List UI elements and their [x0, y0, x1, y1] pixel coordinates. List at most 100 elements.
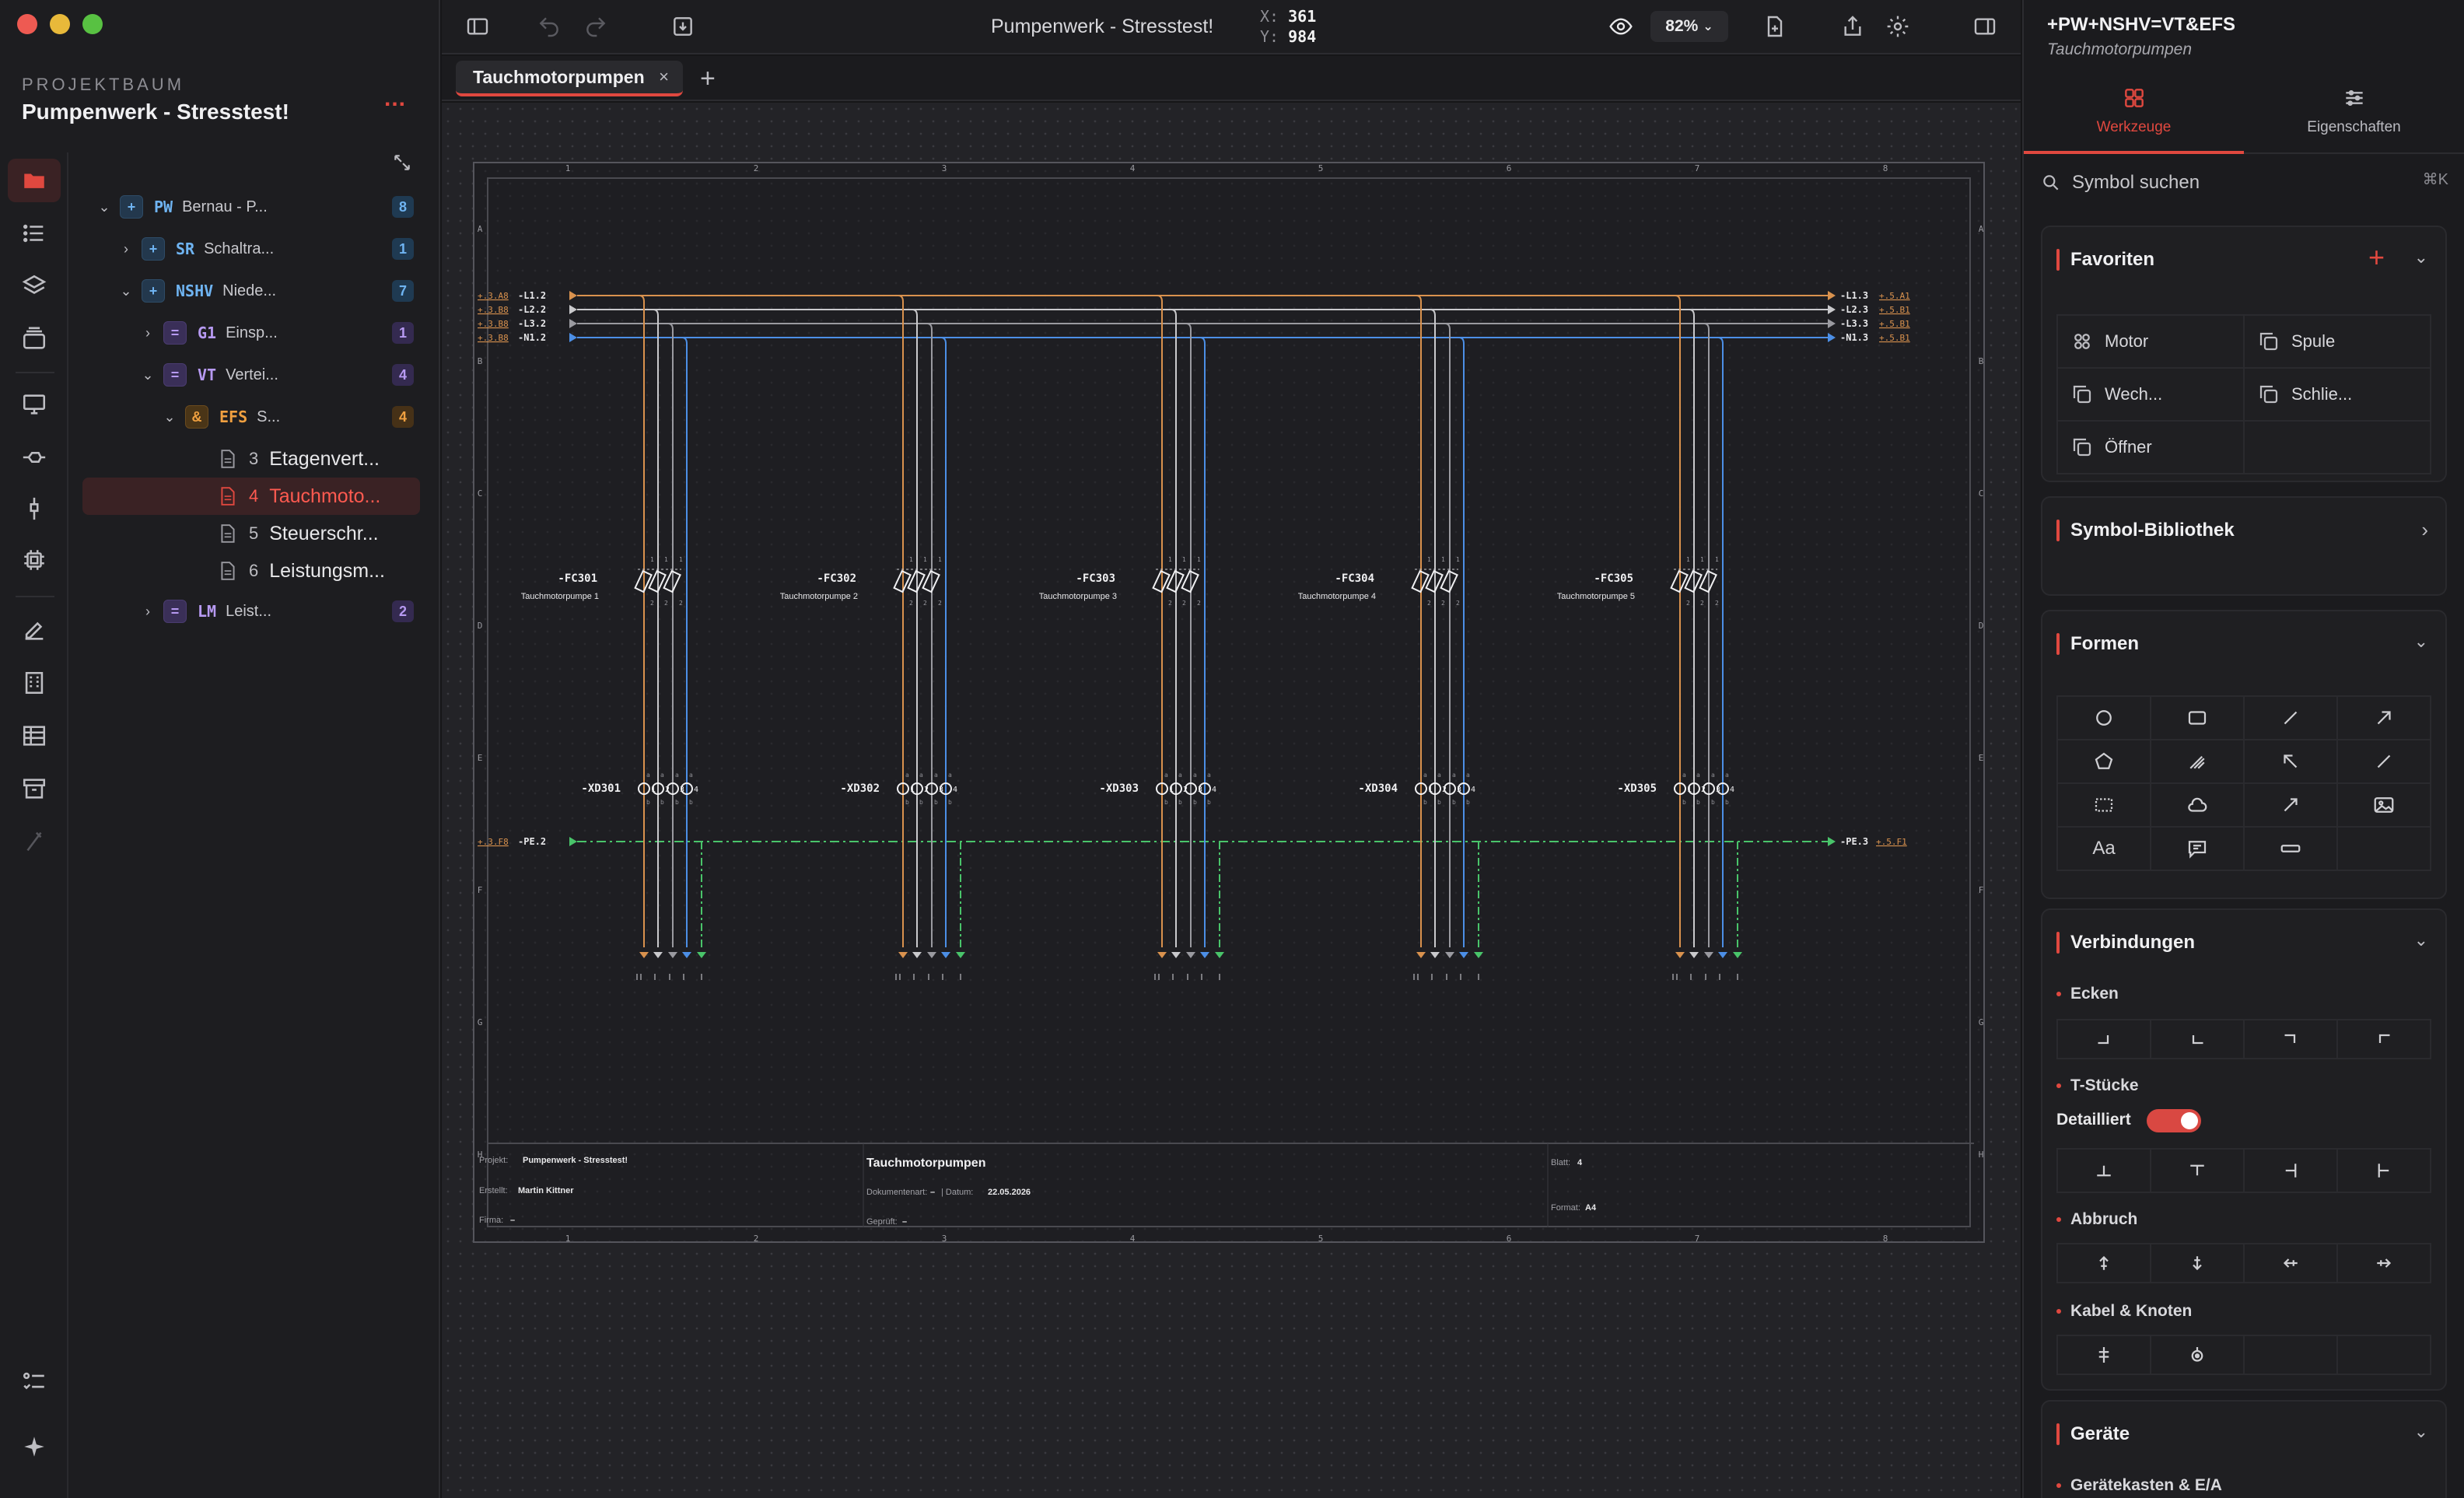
chevron-down-icon[interactable]: ⌄ — [140, 367, 156, 383]
circle-tool[interactable] — [2057, 696, 2151, 740]
redo-icon[interactable] — [580, 11, 611, 42]
favorite-schliesser[interactable]: Schlie... — [2244, 368, 2431, 421]
card-header[interactable]: Geräte — [2056, 1423, 2130, 1445]
tab-tauchmotorpumpen[interactable]: Tauchmotorpumpen × — [456, 61, 683, 96]
minimize-window-button[interactable] — [50, 14, 70, 34]
polygon-tool[interactable] — [2057, 740, 2151, 783]
layers-icon[interactable] — [17, 269, 51, 303]
plug-icon[interactable] — [17, 440, 51, 474]
rectangle-tool[interactable] — [2151, 696, 2244, 740]
magic-icon[interactable] — [17, 824, 51, 859]
tee-right-tool[interactable] — [2337, 1149, 2431, 1192]
chip-icon[interactable] — [17, 543, 51, 577]
folder-icon[interactable] — [17, 163, 51, 198]
arrow-tool[interactable] — [2337, 696, 2431, 740]
tee-up-tool[interactable] — [2057, 1149, 2151, 1192]
table-icon[interactable] — [17, 719, 51, 753]
eye-icon[interactable] — [1605, 11, 1636, 42]
chevron-right-icon[interactable]: › — [140, 604, 156, 620]
share-icon[interactable] — [1837, 11, 1868, 42]
tree-node-nshv[interactable]: ⌄ + NSHV Niede... 7 — [75, 272, 420, 310]
break-up-tool[interactable] — [2057, 1244, 2151, 1283]
corner-bottom-right-tool[interactable] — [2057, 1020, 2151, 1059]
chevron-right-icon[interactable]: › — [118, 241, 134, 257]
stack-icon[interactable] — [17, 322, 51, 356]
favorite-oeffner[interactable]: Öffner — [2057, 421, 2244, 474]
edit-icon[interactable] — [17, 613, 51, 647]
card-header[interactable]: Formen — [2056, 633, 2139, 655]
checklist-icon[interactable] — [17, 1364, 51, 1398]
favorite-motor[interactable]: Motor — [2057, 315, 2244, 368]
corner-bottom-left-tool[interactable] — [2151, 1020, 2244, 1059]
chevron-down-icon[interactable]: ⌄ — [118, 283, 134, 299]
tee-down-tool[interactable] — [2151, 1149, 2244, 1192]
favorite-wechsler[interactable]: Wech... — [2057, 368, 2244, 421]
tree-page-5[interactable]: 5 Steuerschr... — [75, 515, 420, 552]
tree-page-3[interactable]: 3 Etagenvert... — [75, 440, 420, 478]
export-file-icon[interactable] — [1759, 11, 1790, 42]
tree-node-efs[interactable]: ⌄ & EFS S... 4 — [75, 398, 420, 436]
tab-werkzeuge[interactable]: Werkzeuge — [2024, 79, 2244, 154]
add-favorite-button[interactable]: + — [2368, 241, 2385, 274]
tree-node-sr[interactable]: › + SR Schaltra... 1 — [75, 230, 420, 268]
card-header[interactable]: Symbol-Bibliothek — [2056, 520, 2235, 541]
corner-top-left-tool[interactable] — [2337, 1020, 2431, 1059]
zoom-select[interactable]: 82% ⌄ — [1650, 11, 1728, 42]
tree-node-g1[interactable]: › = G1 Einsp... 1 — [75, 314, 420, 352]
break-down-tool[interactable] — [2151, 1244, 2244, 1283]
detailed-toggle[interactable] — [2147, 1109, 2201, 1132]
chevron-down-icon[interactable]: ⌄ — [2414, 632, 2428, 652]
tree-node-vt[interactable]: ⌄ = VT Vertei... 4 — [75, 356, 420, 394]
more-options-button[interactable]: ... — [384, 86, 406, 112]
chevron-down-icon[interactable]: ⌄ — [96, 199, 112, 215]
undo-icon[interactable] — [534, 11, 565, 42]
symbol-library-card[interactable]: Symbol-Bibliothek › — [2041, 496, 2447, 596]
close-window-button[interactable] — [17, 14, 37, 34]
diagonal-tool[interactable] — [2337, 740, 2431, 783]
archive-icon[interactable] — [17, 772, 51, 806]
chevron-down-icon[interactable]: ⌄ — [162, 409, 177, 425]
symbol-search-input[interactable] — [2072, 172, 2368, 194]
chevron-down-icon[interactable]: ⌄ — [2414, 247, 2428, 268]
favorite-spule[interactable]: Spule — [2244, 315, 2431, 368]
tree-node-lm[interactable]: › = LM Leist... 2 — [75, 593, 420, 630]
line-tool[interactable] — [2244, 696, 2337, 740]
expand-icon[interactable] — [392, 152, 412, 177]
cable-tool[interactable] — [2057, 1335, 2151, 1374]
break-right-tool[interactable] — [2337, 1244, 2431, 1283]
selection-tool[interactable] — [2057, 783, 2151, 827]
card-header[interactable]: Verbindungen — [2056, 932, 2195, 954]
chevron-right-icon[interactable]: › — [140, 325, 156, 341]
monitor-icon[interactable] — [17, 387, 51, 422]
add-tab-button[interactable]: + — [700, 64, 716, 94]
list-icon[interactable] — [17, 216, 51, 250]
panel-toggle-icon[interactable] — [1969, 11, 2000, 42]
chevron-down-icon[interactable]: ⌄ — [2414, 1422, 2428, 1442]
comment-tool[interactable] — [2151, 827, 2244, 870]
dimension-tool[interactable] — [2244, 827, 2337, 870]
image-tool[interactable] — [2337, 783, 2431, 827]
building-icon[interactable] — [17, 666, 51, 700]
sidebar-toggle-icon[interactable] — [462, 11, 493, 42]
break-left-tool[interactable] — [2244, 1244, 2337, 1283]
freehand-tool[interactable] — [2151, 740, 2244, 783]
pointer-arrow-tool[interactable] — [2244, 783, 2337, 827]
chevron-down-icon[interactable]: ⌄ — [2414, 930, 2428, 950]
download-icon[interactable] — [667, 11, 698, 42]
project-title[interactable]: Pumpenwerk - Stresstest! — [22, 100, 289, 124]
corner-top-right-tool[interactable] — [2244, 1020, 2337, 1059]
tree-node-pw[interactable]: ⌄ + PW Bernau - P... 8 — [75, 188, 420, 226]
tee-left-tool[interactable] — [2244, 1149, 2337, 1192]
schematic-drawing[interactable]: 1122334455667788A AB BC CD DE EF FG GH H+.3.A8 -L… — [474, 163, 1986, 1244]
probe-icon[interactable] — [17, 492, 51, 526]
arrow-back-tool[interactable] — [2244, 740, 2337, 783]
close-tab-icon[interactable]: × — [659, 67, 669, 87]
chevron-right-icon[interactable]: › — [2421, 518, 2428, 542]
zoom-window-button[interactable] — [82, 14, 103, 34]
tab-eigenschaften[interactable]: Eigenschaften — [2244, 79, 2464, 154]
node-tool[interactable] — [2151, 1335, 2244, 1374]
schematic-canvas[interactable]: 1 1 2 2 3 3 4 4 5 5 6 6 7 7 8 8 A A B B C C D D E E F F G G H H +.3.A8 -L… — [442, 103, 2021, 1498]
text-tool[interactable]: Aa — [2057, 827, 2151, 870]
tree-page-4[interactable]: 4 Tauchmoto... — [82, 478, 420, 515]
card-header[interactable]: Favoriten — [2056, 249, 2154, 271]
